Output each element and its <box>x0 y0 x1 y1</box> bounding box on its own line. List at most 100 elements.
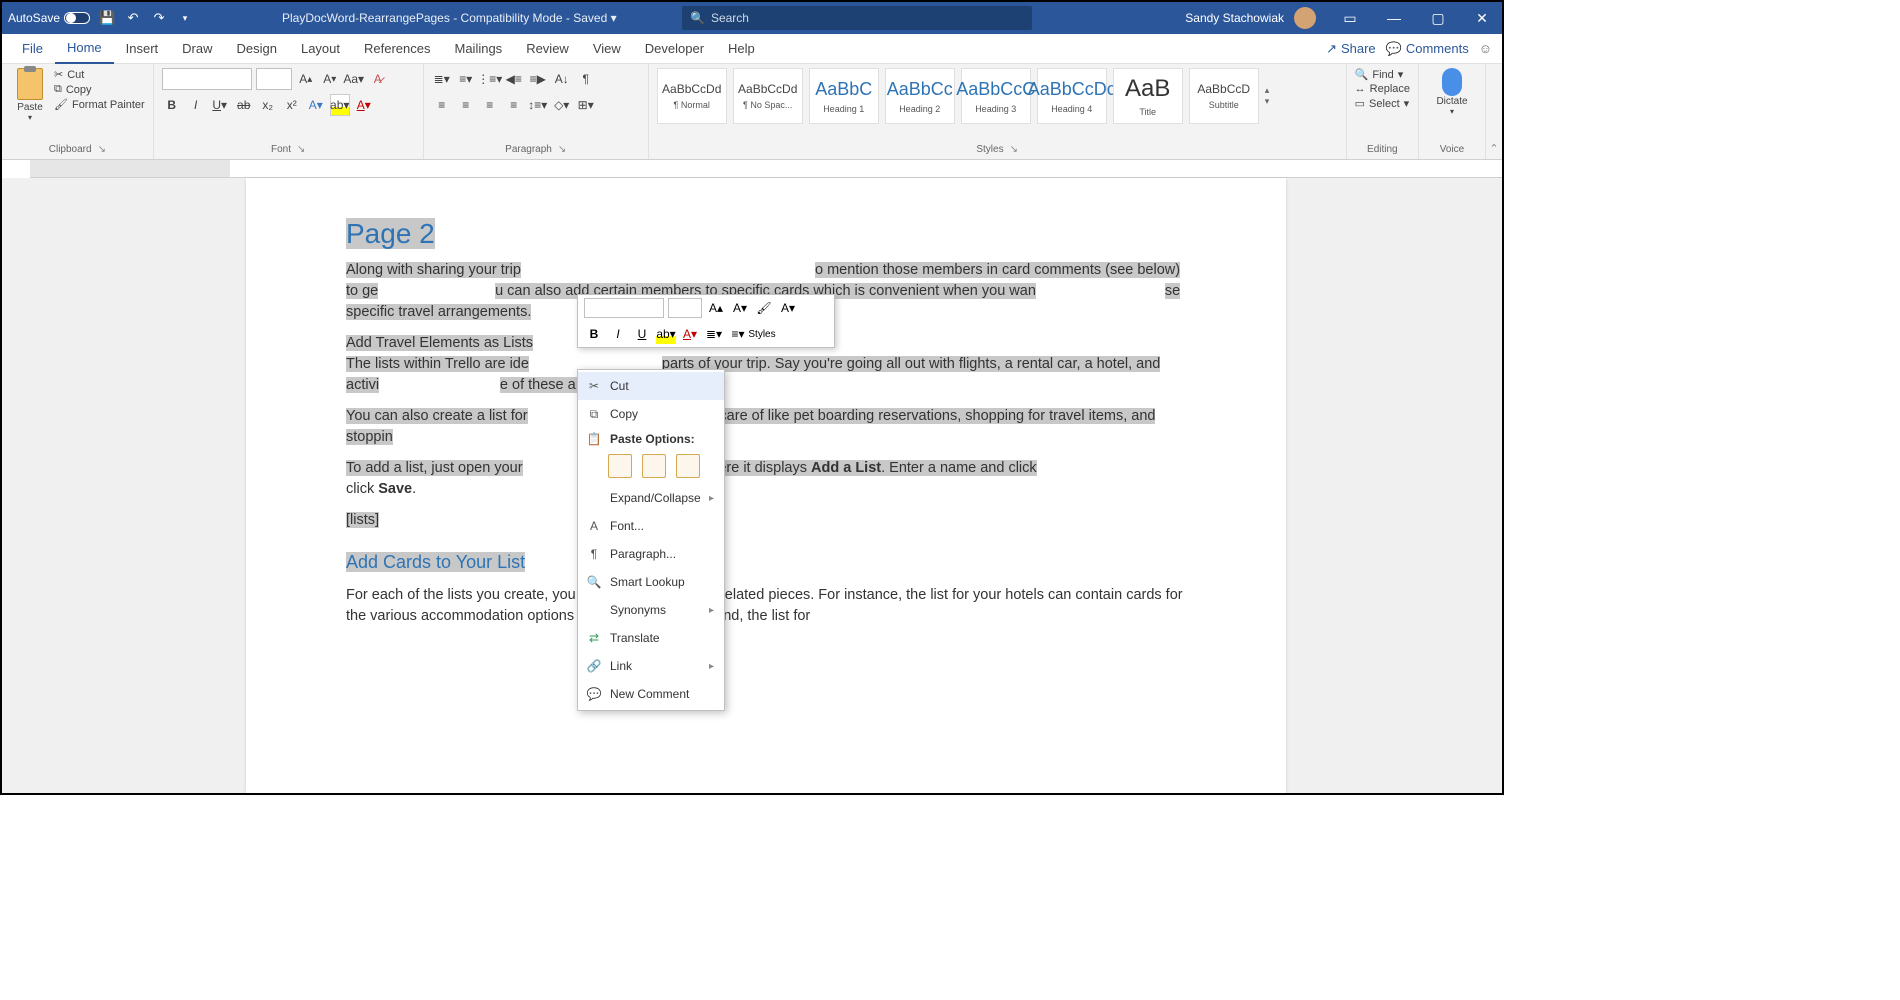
mini-font-input[interactable] <box>584 298 664 318</box>
bold-icon[interactable]: B <box>162 94 182 116</box>
replace-button[interactable]: ↔Replace <box>1355 83 1410 95</box>
strike-icon[interactable]: ab <box>234 94 254 116</box>
shrink-font-icon[interactable]: A▾ <box>320 68 340 90</box>
minimize-icon[interactable]: — <box>1374 2 1414 34</box>
search-input[interactable]: 🔍 Search <box>682 6 1032 30</box>
comments-button[interactable]: 💬Comments <box>1386 41 1469 57</box>
format-painter-button[interactable]: 🖌Format Painter <box>54 98 145 111</box>
mini-format-painter-icon[interactable]: 🖌 <box>754 298 774 318</box>
share-button[interactable]: ↗Share <box>1326 41 1376 57</box>
show-marks-icon[interactable]: ¶ <box>576 68 596 90</box>
redo-icon[interactable]: ↷ <box>150 9 168 27</box>
maximize-icon[interactable]: ▢ <box>1418 2 1458 34</box>
justify-icon[interactable]: ≡ <box>504 94 524 116</box>
superscript-icon[interactable]: x² <box>282 94 302 116</box>
tab-file[interactable]: File <box>10 34 55 64</box>
mini-shrink-icon[interactable]: A▾ <box>730 298 750 318</box>
font-size-input[interactable] <box>256 68 292 90</box>
numbering-icon[interactable]: ≡▾ <box>456 68 476 90</box>
tab-draw[interactable]: Draw <box>170 34 224 64</box>
bullets-icon[interactable]: ≣▾ <box>432 68 452 90</box>
collapse-ribbon-icon[interactable]: ⌃ <box>1486 64 1502 159</box>
shading-icon[interactable]: ◇▾ <box>552 94 572 116</box>
tab-layout[interactable]: Layout <box>289 34 352 64</box>
mini-underline-icon[interactable]: U <box>632 324 652 344</box>
cut-button[interactable]: ✂Cut <box>54 68 145 81</box>
qat-customize-icon[interactable]: ▾ <box>176 9 194 27</box>
mini-italic-icon[interactable]: I <box>608 324 628 344</box>
select-button[interactable]: ▭Select ▾ <box>1355 97 1410 110</box>
paste-text-only-icon[interactable] <box>676 454 700 478</box>
tab-references[interactable]: References <box>352 34 442 64</box>
launcher-icon[interactable]: ↘ <box>558 144 566 155</box>
page[interactable]: Page 2 Along with sharing your trip o me… <box>246 178 1286 793</box>
mini-bullets-icon[interactable]: ≣▾ <box>704 324 724 344</box>
line-spacing-icon[interactable]: ↕≡▾ <box>528 94 548 116</box>
mini-numbering-icon[interactable]: ≡▾ <box>728 324 748 344</box>
cm-paragraph[interactable]: ¶Paragraph... <box>578 540 724 568</box>
cm-font[interactable]: AFont... <box>578 512 724 540</box>
style-subtitle[interactable]: AaBbCcDSubtitle <box>1189 68 1259 124</box>
style-heading-3[interactable]: AaBbCcCHeading 3 <box>961 68 1031 124</box>
font-color-icon[interactable]: A▾ <box>354 94 374 116</box>
grow-font-icon[interactable]: A▴ <box>296 68 316 90</box>
subscript-icon[interactable]: x₂ <box>258 94 278 116</box>
styles-more-icon[interactable]: ▴▾ <box>1265 68 1279 124</box>
italic-icon[interactable]: I <box>186 94 206 116</box>
clear-format-icon[interactable]: A̷ <box>368 68 388 90</box>
style--no-spac-[interactable]: AaBbCcDd¶ No Spac... <box>733 68 803 124</box>
tab-help[interactable]: Help <box>716 34 767 64</box>
multilevel-icon[interactable]: ⋮≡▾ <box>480 68 500 90</box>
increase-indent-icon[interactable]: ≡▶ <box>528 68 548 90</box>
tab-design[interactable]: Design <box>225 34 289 64</box>
launcher-icon[interactable]: ↘ <box>98 144 106 155</box>
style-heading-1[interactable]: AaBbCHeading 1 <box>809 68 879 124</box>
cm-new-comment[interactable]: 💬New Comment <box>578 680 724 708</box>
dictate-button[interactable]: Dictate ▾ <box>1427 68 1477 116</box>
underline-icon[interactable]: U▾ <box>210 94 230 116</box>
avatar[interactable] <box>1294 7 1316 29</box>
ribbon-display-icon[interactable]: ▭ <box>1330 2 1370 34</box>
decrease-indent-icon[interactable]: ◀≡ <box>504 68 524 90</box>
highlight-icon[interactable]: ab▾ <box>330 94 350 116</box>
change-case-icon[interactable]: Aa▾ <box>344 68 364 90</box>
paste-button[interactable]: Paste ▾ <box>10 68 50 144</box>
ruler[interactable] <box>30 160 1502 178</box>
tab-mailings[interactable]: Mailings <box>443 34 515 64</box>
mini-styles-button[interactable]: Styles <box>752 324 772 344</box>
align-right-icon[interactable]: ≡ <box>480 94 500 116</box>
style--normal[interactable]: AaBbCcDd¶ Normal <box>657 68 727 124</box>
copy-button[interactable]: ⧉Copy <box>54 83 145 96</box>
paste-keep-source-icon[interactable] <box>608 454 632 478</box>
save-icon[interactable]: 💾 <box>98 9 116 27</box>
font-name-input[interactable] <box>162 68 252 90</box>
tab-review[interactable]: Review <box>514 34 581 64</box>
smiley-icon[interactable]: ☺ <box>1479 41 1492 56</box>
find-button[interactable]: 🔍Find ▾ <box>1355 68 1410 81</box>
sort-icon[interactable]: A↓ <box>552 68 572 90</box>
paste-merge-icon[interactable] <box>642 454 666 478</box>
cm-translate[interactable]: ⇄Translate <box>578 624 724 652</box>
tab-insert[interactable]: Insert <box>114 34 171 64</box>
tab-developer[interactable]: Developer <box>633 34 716 64</box>
cm-smart-lookup[interactable]: 🔍Smart Lookup <box>578 568 724 596</box>
tab-view[interactable]: View <box>581 34 633 64</box>
autosave-toggle[interactable]: AutoSave <box>8 11 90 25</box>
mini-styles-icon[interactable]: A▾ <box>778 298 798 318</box>
undo-icon[interactable]: ↶ <box>124 9 142 27</box>
style-heading-2[interactable]: AaBbCcHeading 2 <box>885 68 955 124</box>
text-effects-icon[interactable]: A▾ <box>306 94 326 116</box>
cm-cut[interactable]: ✂Cut <box>578 372 724 400</box>
borders-icon[interactable]: ⊞▾ <box>576 94 596 116</box>
mini-grow-icon[interactable]: A▴ <box>706 298 726 318</box>
cm-copy[interactable]: ⧉Copy <box>578 400 724 428</box>
cm-link[interactable]: 🔗Link▸ <box>578 652 724 680</box>
close-icon[interactable]: ✕ <box>1462 2 1502 34</box>
tab-home[interactable]: Home <box>55 34 114 64</box>
launcher-icon[interactable]: ↘ <box>1010 144 1018 155</box>
mini-font-color-icon[interactable]: A▾ <box>680 324 700 344</box>
align-left-icon[interactable]: ≡ <box>432 94 452 116</box>
style-heading-4[interactable]: AaBbCcDcHeading 4 <box>1037 68 1107 124</box>
style-title[interactable]: AaBTitle <box>1113 68 1183 124</box>
launcher-icon[interactable]: ↘ <box>297 144 305 155</box>
